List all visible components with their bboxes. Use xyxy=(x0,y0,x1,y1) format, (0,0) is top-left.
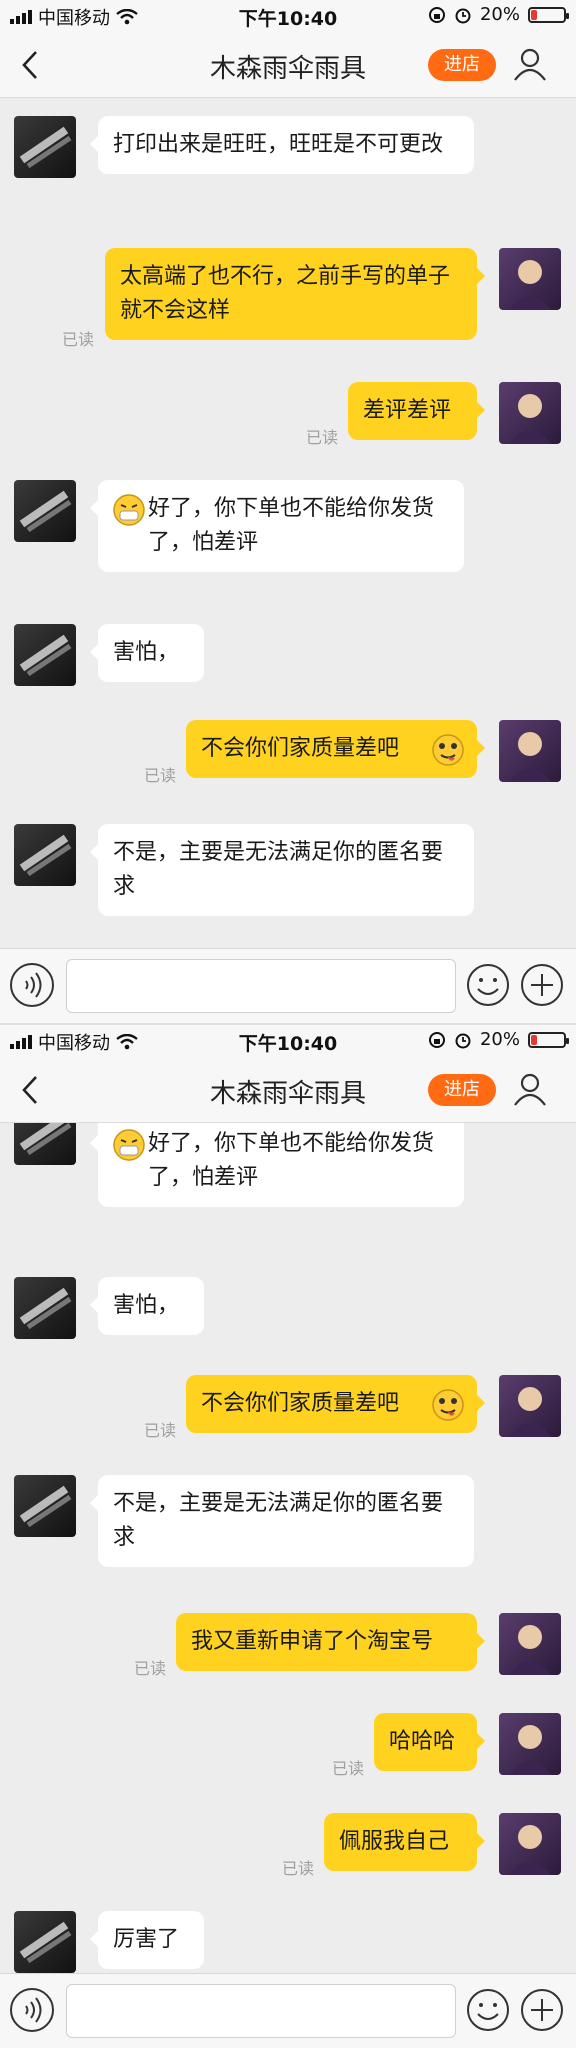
message-text: 好了，你下单也不能给你发货了，怕差评 xyxy=(148,1131,435,1190)
umbrella-product-icon xyxy=(19,1287,72,1330)
tongue-emoji-icon xyxy=(432,1389,464,1421)
profile-photo-icon xyxy=(509,1387,551,1437)
message-bubble-left[interactable]: 好了，你下单也不能给你发货了，怕差评 xyxy=(90,480,464,572)
shop-avatar[interactable] xyxy=(14,1911,76,1973)
umbrella-product-icon xyxy=(19,1921,72,1964)
shop-avatar[interactable] xyxy=(14,1277,76,1339)
read-receipt: 已读 xyxy=(332,1759,365,1778)
read-receipt: 已读 xyxy=(306,428,339,447)
shop-avatar[interactable] xyxy=(14,1475,76,1537)
store-button[interactable]: 进店 xyxy=(428,1074,496,1106)
umbrella-product-icon xyxy=(19,834,72,877)
my-avatar[interactable] xyxy=(499,1713,561,1775)
message-text: 好了，你下单也不能给你发货了，怕差评 xyxy=(148,496,435,555)
umbrella-product-icon xyxy=(19,1485,72,1528)
profile-photo-icon xyxy=(509,732,551,782)
chat-screen-1: 中国移动 下午10:40 20% 木森雨伞雨具 进店 打印出来是旺旺，旺旺是不可… xyxy=(0,0,576,1023)
my-avatar[interactable] xyxy=(499,1813,561,1875)
battery-percent: 20% xyxy=(479,4,520,25)
status-bar: 中国移动 下午10:40 20% xyxy=(0,1025,576,1057)
message-bubble-right[interactable]: 不会你们家质量差吧 xyxy=(186,1375,485,1433)
chat-screen-2: 中国移动 下午10:40 20% 木森雨伞雨具 进店 好了，你下单也不能给你发货… xyxy=(0,1023,576,2048)
battery-percent: 20% xyxy=(479,1029,520,1050)
message-bubble-right[interactable]: 我又重新申请了个淘宝号 xyxy=(176,1613,485,1671)
message-bubble-left[interactable]: 不是，主要是无法满足你的匿名要求 xyxy=(90,1475,474,1567)
my-avatar[interactable] xyxy=(499,1613,561,1675)
message-bubble-left[interactable]: 好了，你下单也不能给你发货了，怕差评 xyxy=(90,1123,464,1207)
sweat-emoji-icon xyxy=(113,1129,145,1161)
message-bubble-right[interactable]: 佩服我自己 xyxy=(324,1813,485,1871)
message-bubble-right[interactable]: 太高端了也不行，之前手写的单子就不会这样 xyxy=(105,248,485,340)
read-receipt: 已读 xyxy=(144,766,177,785)
umbrella-product-icon xyxy=(19,490,72,533)
battery-icon xyxy=(528,1031,569,1048)
smiley-icon[interactable] xyxy=(466,1988,510,2032)
smiley-icon[interactable] xyxy=(466,963,510,1007)
message-text: 不会你们家质量差吧 xyxy=(201,736,400,761)
status-right: 20% xyxy=(428,1029,569,1050)
alarm-icon xyxy=(455,1033,471,1048)
rotation-lock-icon xyxy=(428,6,445,23)
user-icon[interactable] xyxy=(512,46,548,82)
profile-photo-icon xyxy=(509,1625,551,1675)
profile-photo-icon xyxy=(509,1825,551,1875)
battery-icon xyxy=(528,6,569,23)
read-receipt: 已读 xyxy=(62,330,95,349)
store-button[interactable]: 进店 xyxy=(428,49,496,81)
message-input[interactable] xyxy=(66,959,456,1013)
read-receipt: 已读 xyxy=(144,1421,177,1440)
shop-avatar[interactable] xyxy=(14,116,76,178)
message-input[interactable] xyxy=(66,1984,456,2038)
message-bubble-left[interactable]: 害怕， xyxy=(90,624,204,682)
umbrella-product-icon xyxy=(19,126,72,169)
message-bubble-left[interactable]: 厉害了 xyxy=(90,1911,204,1969)
nav-bar: 木森雨伞雨具 进店 xyxy=(0,1057,576,1123)
plus-icon[interactable] xyxy=(520,1988,564,2032)
shop-avatar[interactable] xyxy=(14,480,76,542)
input-bar xyxy=(0,948,576,1023)
my-avatar[interactable] xyxy=(499,1375,561,1437)
nav-bar: 木森雨伞雨具 进店 xyxy=(0,32,576,98)
shop-avatar[interactable] xyxy=(14,624,76,686)
my-avatar[interactable] xyxy=(499,248,561,310)
my-avatar[interactable] xyxy=(499,382,561,444)
user-icon[interactable] xyxy=(512,1071,548,1107)
status-bar: 中国移动 下午10:40 20% xyxy=(0,0,576,32)
umbrella-product-icon xyxy=(19,634,72,677)
my-avatar[interactable] xyxy=(499,720,561,782)
message-bubble-right[interactable]: 哈哈哈 xyxy=(374,1713,485,1771)
profile-photo-icon xyxy=(509,1725,551,1775)
message-text: 不会你们家质量差吧 xyxy=(201,1391,400,1416)
status-right: 20% xyxy=(428,4,569,25)
sweat-emoji-icon xyxy=(113,494,145,526)
message-bubble-left[interactable]: 不是，主要是无法满足你的匿名要求 xyxy=(90,824,474,916)
message-bubble-left[interactable]: 打印出来是旺旺，旺旺是不可更改 xyxy=(90,116,474,174)
voice-icon[interactable] xyxy=(10,1988,54,2032)
rotation-lock-icon xyxy=(428,1031,445,1048)
profile-photo-icon xyxy=(509,260,551,310)
umbrella-product-icon xyxy=(19,1123,72,1156)
message-bubble-left[interactable]: 害怕， xyxy=(90,1277,204,1335)
plus-icon[interactable] xyxy=(520,963,564,1007)
voice-icon[interactable] xyxy=(10,963,54,1007)
profile-photo-icon xyxy=(509,394,551,444)
chat-area[interactable]: 打印出来是旺旺，旺旺是不可更改 太高端了也不行，之前手写的单子就不会这样 已读 … xyxy=(0,98,576,948)
message-bubble-right[interactable]: 差评差评 xyxy=(348,382,485,440)
tongue-emoji-icon xyxy=(432,734,464,766)
chat-area[interactable]: 好了，你下单也不能给你发货了，怕差评 害怕， 不会你们家质量差吧 已读 不是，主… xyxy=(0,1123,576,1973)
input-bar xyxy=(0,1973,576,2048)
read-receipt: 已读 xyxy=(134,1659,167,1678)
message-bubble-right[interactable]: 不会你们家质量差吧 xyxy=(186,720,485,778)
shop-avatar[interactable] xyxy=(14,824,76,886)
read-receipt: 已读 xyxy=(282,1859,315,1878)
alarm-icon xyxy=(455,8,471,23)
shop-avatar[interactable] xyxy=(14,1123,76,1165)
